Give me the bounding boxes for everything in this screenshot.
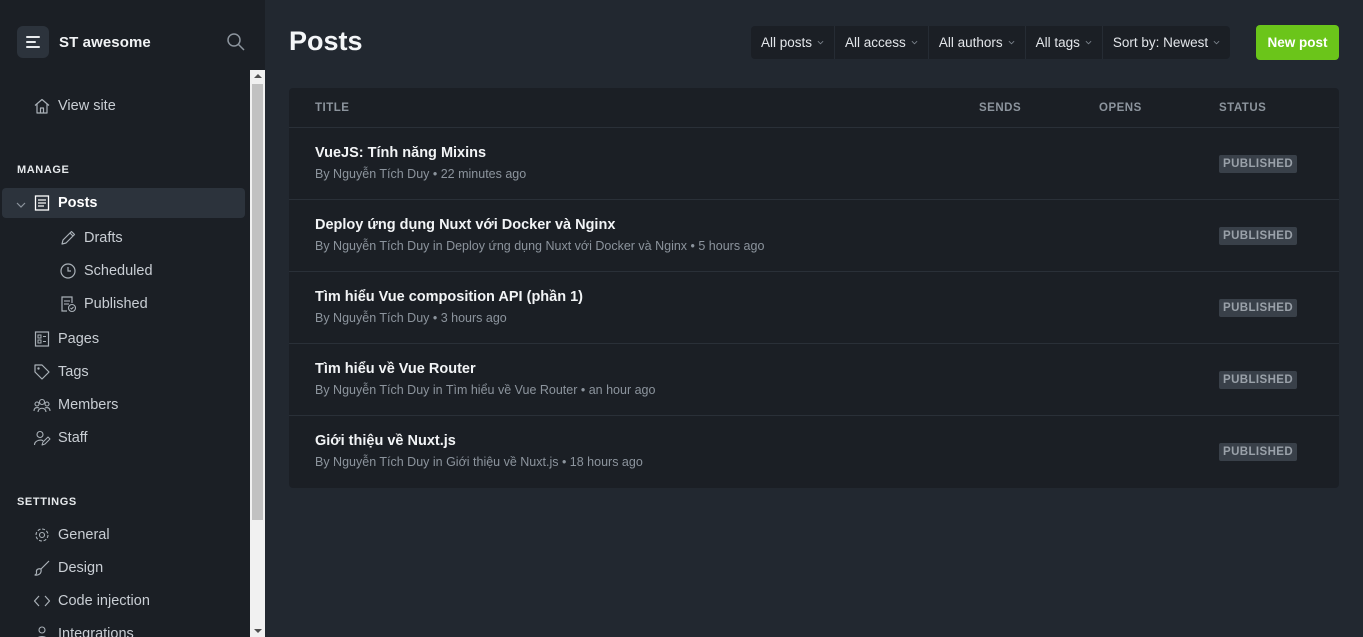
post-title[interactable]: Deploy ứng dụng Nuxt với Docker và Nginx — [315, 217, 615, 233]
posts-icon — [33, 194, 51, 212]
table-row[interactable]: VueJS: Tính năng Mixins By Nguyễn Tích D… — [289, 128, 1339, 200]
filter-label: All authors — [938, 35, 1003, 50]
sidebar: ST awesome View site MANAGE Posts Drafts… — [0, 0, 265, 637]
table-row[interactable]: Giới thiệu về Nuxt.js By Nguyễn Tích Duy… — [289, 416, 1339, 488]
status-badge: PUBLISHED — [1219, 155, 1298, 173]
posts-table: TITLE SENDS OPENS STATUS VueJS: Tính năn… — [289, 88, 1339, 488]
filter-bar: All posts All access All authors All tag… — [751, 26, 1231, 59]
sidebar-item-label: Integrations — [58, 626, 134, 637]
sidebar-item-label: View site — [58, 98, 116, 114]
sidebar-item-drafts[interactable]: Drafts — [0, 223, 245, 253]
sidebar-nav: View site MANAGE Posts Drafts Scheduled — [0, 70, 250, 637]
filter-authors-dropdown[interactable]: All authors — [929, 26, 1026, 59]
column-header-title[interactable]: TITLE — [315, 102, 349, 114]
menu-lines-icon — [17, 26, 49, 58]
section-title-settings: SETTINGS — [17, 496, 77, 508]
search-icon[interactable] — [226, 32, 246, 52]
published-icon — [59, 295, 77, 313]
chevron-down-icon[interactable] — [16, 198, 26, 216]
gear-icon — [33, 526, 51, 544]
sidebar-item-design[interactable]: Design — [0, 553, 245, 583]
column-header-sends[interactable]: SENDS — [979, 102, 1021, 114]
sidebar-item-label: Posts — [58, 195, 98, 211]
sidebar-item-label: Members — [58, 397, 119, 413]
filter-label: All tags — [1035, 35, 1080, 50]
table-row[interactable]: Tìm hiểu về Vue Router By Nguyễn Tích Du… — [289, 344, 1339, 416]
sort-dropdown[interactable]: Sort by: Newest — [1103, 26, 1230, 59]
sidebar-item-label: Drafts — [84, 230, 123, 246]
pages-icon — [33, 330, 51, 348]
post-title[interactable]: Tìm hiểu về Vue Router — [315, 361, 476, 377]
sidebar-item-integrations[interactable]: Integrations — [0, 619, 245, 637]
home-icon — [33, 97, 51, 115]
new-post-button[interactable]: New post — [1256, 25, 1339, 60]
post-title[interactable]: Giới thiệu về Nuxt.js — [315, 433, 456, 449]
post-meta: By Nguyễn Tích Duy • 22 minutes ago — [315, 167, 527, 181]
column-header-opens[interactable]: OPENS — [1099, 102, 1142, 114]
chevron-down-icon — [817, 40, 824, 45]
filter-label: All posts — [761, 35, 813, 50]
status-badge: PUBLISHED — [1219, 227, 1298, 245]
status-badge: PUBLISHED — [1219, 371, 1298, 389]
chevron-down-icon — [911, 40, 918, 45]
sidebar-item-label: Staff — [58, 430, 88, 446]
page-title: Posts — [289, 26, 363, 56]
integrations-icon — [33, 625, 51, 637]
sidebar-item-label: Pages — [58, 331, 100, 347]
table-row[interactable]: Tìm hiểu Vue composition API (phần 1) By… — [289, 272, 1339, 344]
chevron-down-icon — [1008, 40, 1015, 45]
filter-label: Sort by: Newest — [1112, 35, 1209, 50]
sidebar-item-label: Design — [58, 560, 104, 576]
sidebar-item-published[interactable]: Published — [0, 289, 245, 319]
sidebar-item-posts[interactable]: Posts — [2, 188, 245, 218]
post-meta: By Nguyễn Tích Duy in Deploy ứng dụng Nu… — [315, 239, 765, 253]
sidebar-item-general[interactable]: General — [0, 520, 245, 550]
members-icon — [33, 396, 51, 414]
sidebar-scrollbar[interactable] — [250, 70, 265, 637]
section-title-manage: MANAGE — [17, 164, 70, 176]
filter-tags-dropdown[interactable]: All tags — [1026, 26, 1103, 59]
staff-icon — [33, 429, 51, 447]
post-meta: By Nguyễn Tích Duy • 3 hours ago — [315, 311, 507, 325]
sidebar-item-members[interactable]: Members — [0, 390, 245, 420]
sidebar-item-pages[interactable]: Pages — [0, 324, 245, 354]
post-meta: By Nguyễn Tích Duy in Giới thiệu về Nuxt… — [315, 455, 643, 469]
sidebar-item-label: General — [58, 527, 110, 543]
sidebar-item-label: Code injection — [58, 593, 150, 609]
post-title[interactable]: Tìm hiểu Vue composition API (phần 1) — [315, 289, 583, 305]
status-badge: PUBLISHED — [1219, 299, 1298, 317]
pencil-icon — [59, 229, 77, 247]
sidebar-item-tags[interactable]: Tags — [0, 357, 245, 387]
clock-icon — [59, 262, 77, 280]
sidebar-item-view-site[interactable]: View site — [0, 91, 245, 121]
filter-type-dropdown[interactable]: All posts — [751, 26, 836, 59]
post-meta: By Nguyễn Tích Duy in Tìm hiểu về Vue Ro… — [315, 383, 656, 397]
scroll-up-arrow-icon[interactable] — [254, 74, 262, 78]
sidebar-item-code-injection[interactable]: Code injection — [0, 586, 245, 616]
table-row[interactable]: Deploy ứng dụng Nuxt với Docker và Nginx… — [289, 200, 1339, 272]
sidebar-item-scheduled[interactable]: Scheduled — [0, 256, 245, 286]
scroll-down-arrow-icon[interactable] — [254, 629, 262, 633]
column-header-status[interactable]: STATUS — [1219, 102, 1266, 114]
chevron-down-icon — [1213, 40, 1220, 45]
sidebar-item-label: Tags — [58, 364, 89, 380]
sidebar-item-label: Published — [84, 296, 148, 312]
post-title[interactable]: VueJS: Tính năng Mixins — [315, 145, 486, 161]
brush-icon — [33, 559, 51, 577]
status-badge: PUBLISHED — [1219, 443, 1298, 461]
code-icon — [33, 592, 51, 610]
brand-name: ST awesome — [59, 33, 151, 51]
tag-icon — [33, 363, 51, 381]
scrollbar-thumb[interactable] — [252, 84, 263, 520]
chevron-down-icon — [1085, 40, 1092, 45]
filter-label: All access — [845, 35, 906, 50]
sidebar-item-label: Scheduled — [84, 263, 153, 279]
sidebar-item-staff[interactable]: Staff — [0, 423, 245, 453]
brand[interactable]: ST awesome — [17, 26, 151, 58]
filter-access-dropdown[interactable]: All access — [835, 26, 929, 59]
